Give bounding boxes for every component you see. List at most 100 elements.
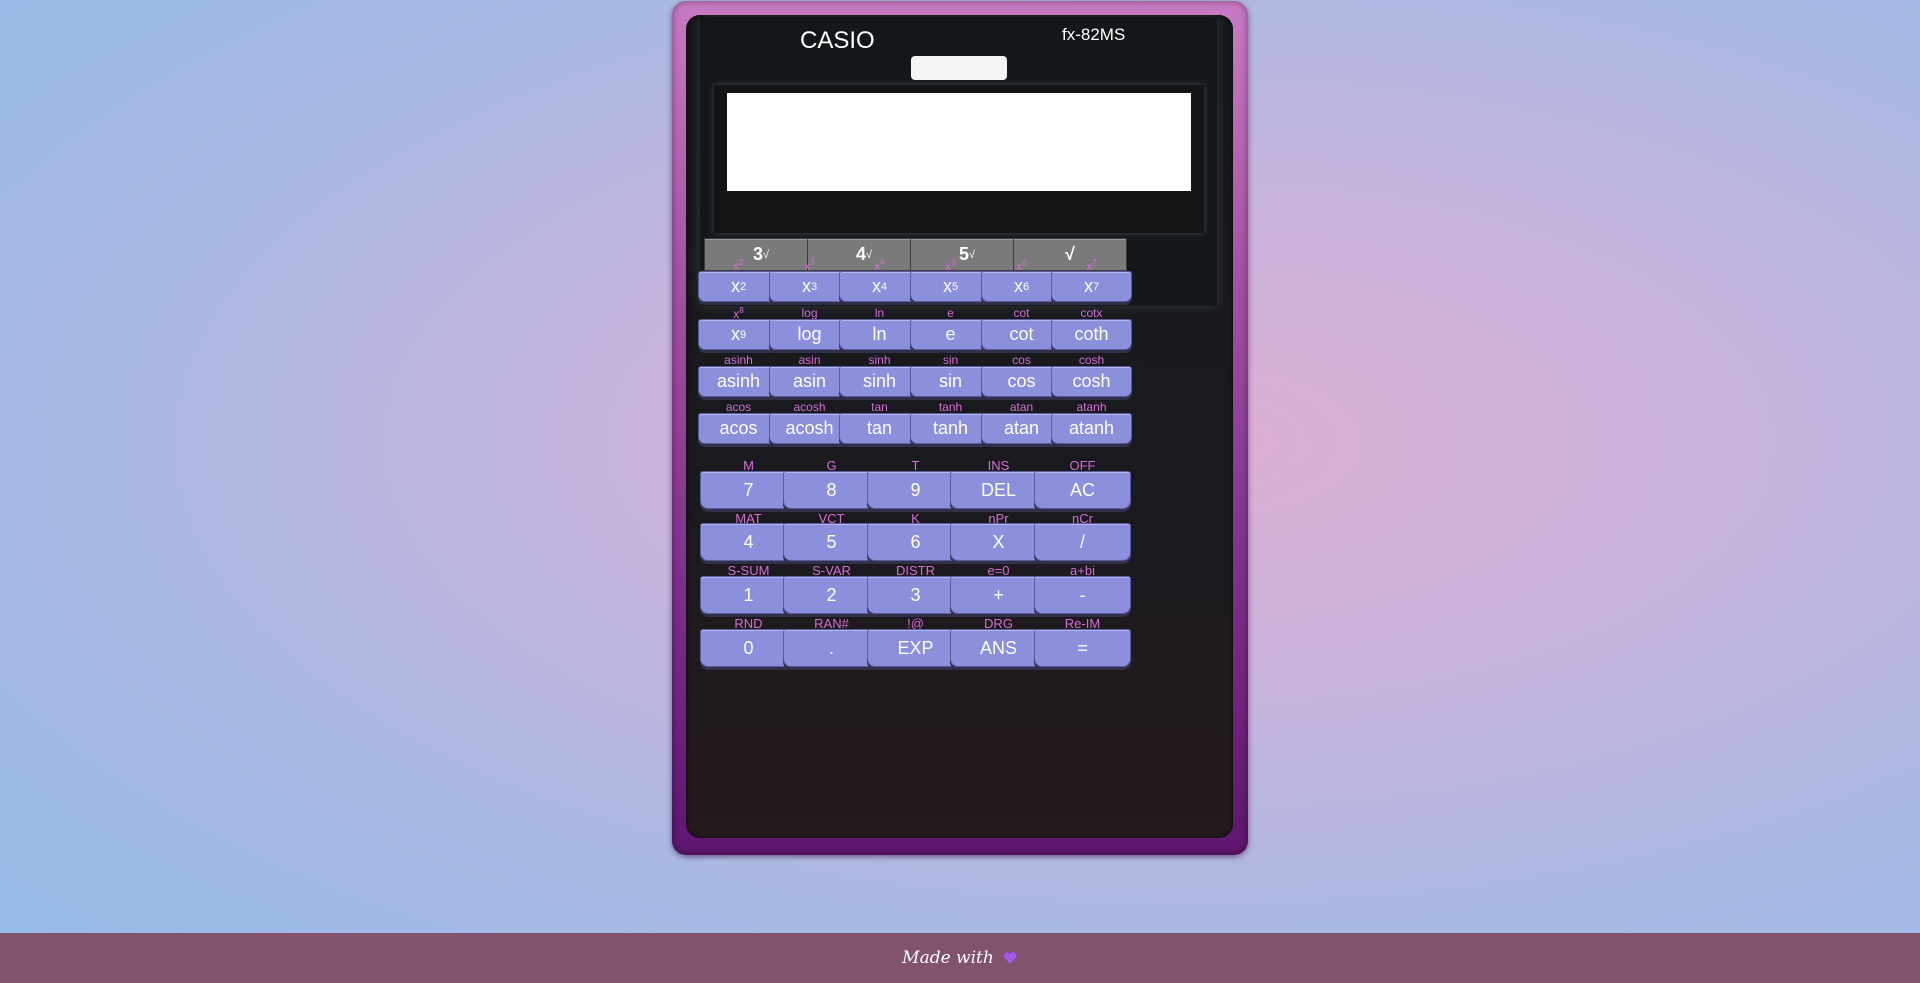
key-2[interactable]: 2: [783, 576, 880, 614]
key-atanh[interactable]: atanh: [1051, 413, 1132, 444]
key-superscript: 6: [1022, 280, 1030, 293]
key-tanh[interactable]: tanh: [910, 413, 991, 444]
key-text: atanh: [1068, 418, 1115, 438]
key-text: x: [871, 276, 881, 296]
key-text: acosh: [785, 418, 834, 438]
key-x6[interactable]: x6: [981, 271, 1062, 302]
key-e[interactable]: e: [910, 319, 991, 350]
shift-label-atanh: atanh: [1051, 400, 1132, 414]
key-text: x: [942, 276, 952, 296]
key-ans[interactable]: ANS: [950, 629, 1047, 667]
key-text: asinh: [724, 353, 753, 367]
key-text: x: [1083, 276, 1093, 296]
key-superscript: 2: [739, 258, 744, 267]
key-text: cos: [1007, 371, 1036, 391]
shift-label-cot: cot: [981, 306, 1062, 320]
footer-text: Made with: [902, 948, 994, 968]
key-superscript: 6: [1022, 258, 1027, 267]
key-minus[interactable]: -: [1034, 576, 1131, 614]
key-ln[interactable]: ln: [839, 319, 920, 350]
shift-label-cosh: cosh: [1051, 353, 1132, 367]
key-text: asinh: [716, 371, 761, 391]
key-text: log: [801, 306, 818, 320]
key-cot[interactable]: cot: [981, 319, 1062, 350]
key-sinh[interactable]: sinh: [839, 366, 920, 397]
key-plus[interactable]: +: [950, 576, 1047, 614]
heart-icon: [1002, 951, 1017, 965]
key-8[interactable]: 8: [783, 471, 880, 509]
key-cos[interactable]: cos: [981, 366, 1062, 397]
key-text: asin: [792, 371, 827, 391]
key-divide[interactable]: /: [1034, 523, 1131, 561]
key-text: cosh: [1078, 353, 1105, 367]
key-text: cotx: [1080, 306, 1103, 320]
key-log[interactable]: log: [769, 319, 850, 350]
key-acos[interactable]: acos: [698, 413, 779, 444]
key-text: acos: [725, 400, 752, 414]
key-del[interactable]: DEL: [950, 471, 1047, 509]
key-text: ln: [874, 306, 885, 320]
key-text: atan: [1003, 418, 1040, 438]
screen-frame: [714, 85, 1204, 233]
shift-label-tan: tan: [839, 400, 920, 414]
key-text: log: [797, 324, 822, 344]
key-text: tan: [866, 418, 893, 438]
key-asinh[interactable]: asinh: [698, 366, 779, 397]
key-x3[interactable]: x3: [769, 271, 850, 302]
shift-label-cos: cos: [981, 353, 1062, 367]
shift-label-asin: asin: [769, 353, 850, 367]
key-text: cosh: [1072, 371, 1111, 391]
key-atan[interactable]: atan: [981, 413, 1062, 444]
key-x9[interactable]: x9: [698, 319, 779, 350]
key-text: ln: [872, 324, 887, 344]
key-ac[interactable]: AC: [1034, 471, 1131, 509]
key-x5[interactable]: x5: [910, 271, 991, 302]
calculator-body: CASIO fx-82MS 3 √ 4 √ 5 √ √ x2 x 2 x3 x 3 x4 x 4 x5 x 5 x6…: [672, 1, 1248, 855]
key-x7[interactable]: x7: [1051, 271, 1132, 302]
key-text: e: [947, 306, 954, 320]
brand-logo: CASIO: [800, 27, 875, 54]
key-text: sinh: [862, 371, 897, 391]
key-multiply[interactable]: X: [950, 523, 1047, 561]
key-asin[interactable]: asin: [769, 366, 850, 397]
key-sin[interactable]: sin: [910, 366, 991, 397]
key-tan[interactable]: tan: [839, 413, 920, 444]
key-superscript: 3: [810, 280, 818, 293]
key-text: acos: [719, 418, 758, 438]
solar-panel: [911, 56, 1007, 80]
key-text: tan: [871, 400, 888, 414]
key-text: x: [1013, 276, 1023, 296]
key-5[interactable]: 5: [783, 523, 880, 561]
key-text: e: [945, 324, 956, 344]
key-superscript: 7: [1092, 280, 1100, 293]
key-text: asin: [798, 353, 821, 367]
key-text: tanh: [932, 418, 969, 438]
key-x2[interactable]: x2: [698, 271, 779, 302]
shift-label-sinh: sinh: [839, 353, 920, 367]
key-x4[interactable]: x4: [839, 271, 920, 302]
key-text: x: [801, 276, 811, 296]
key-text: cot: [1013, 306, 1030, 320]
key-cosh[interactable]: cosh: [1051, 366, 1132, 397]
footer: Made with: [0, 933, 1920, 983]
shift-label-cotx: cotx: [1051, 306, 1132, 320]
shift-label-tanh: tanh: [910, 400, 991, 414]
key-text: cos: [1012, 353, 1031, 367]
key-superscript: 4: [880, 280, 888, 293]
key-superscript: 5: [951, 258, 956, 267]
key-decimal[interactable]: .: [783, 629, 880, 667]
key-coth[interactable]: coth: [1051, 319, 1132, 350]
key-text: x: [730, 276, 740, 296]
key-superscript: 5: [951, 280, 959, 293]
key-equals[interactable]: =: [1034, 629, 1131, 667]
key-text: atan: [1009, 400, 1034, 414]
key-superscript: 8: [739, 306, 744, 315]
calculator-display[interactable]: [727, 93, 1191, 191]
key-text: x: [730, 324, 740, 344]
key-superscript: 4: [880, 258, 885, 267]
key-text: cot: [1009, 324, 1034, 344]
key-text: atanh: [1076, 400, 1107, 414]
model-name: fx-82MS: [1062, 25, 1126, 44]
key-text: sinh: [868, 353, 891, 367]
key-acosh[interactable]: acosh: [769, 413, 850, 444]
